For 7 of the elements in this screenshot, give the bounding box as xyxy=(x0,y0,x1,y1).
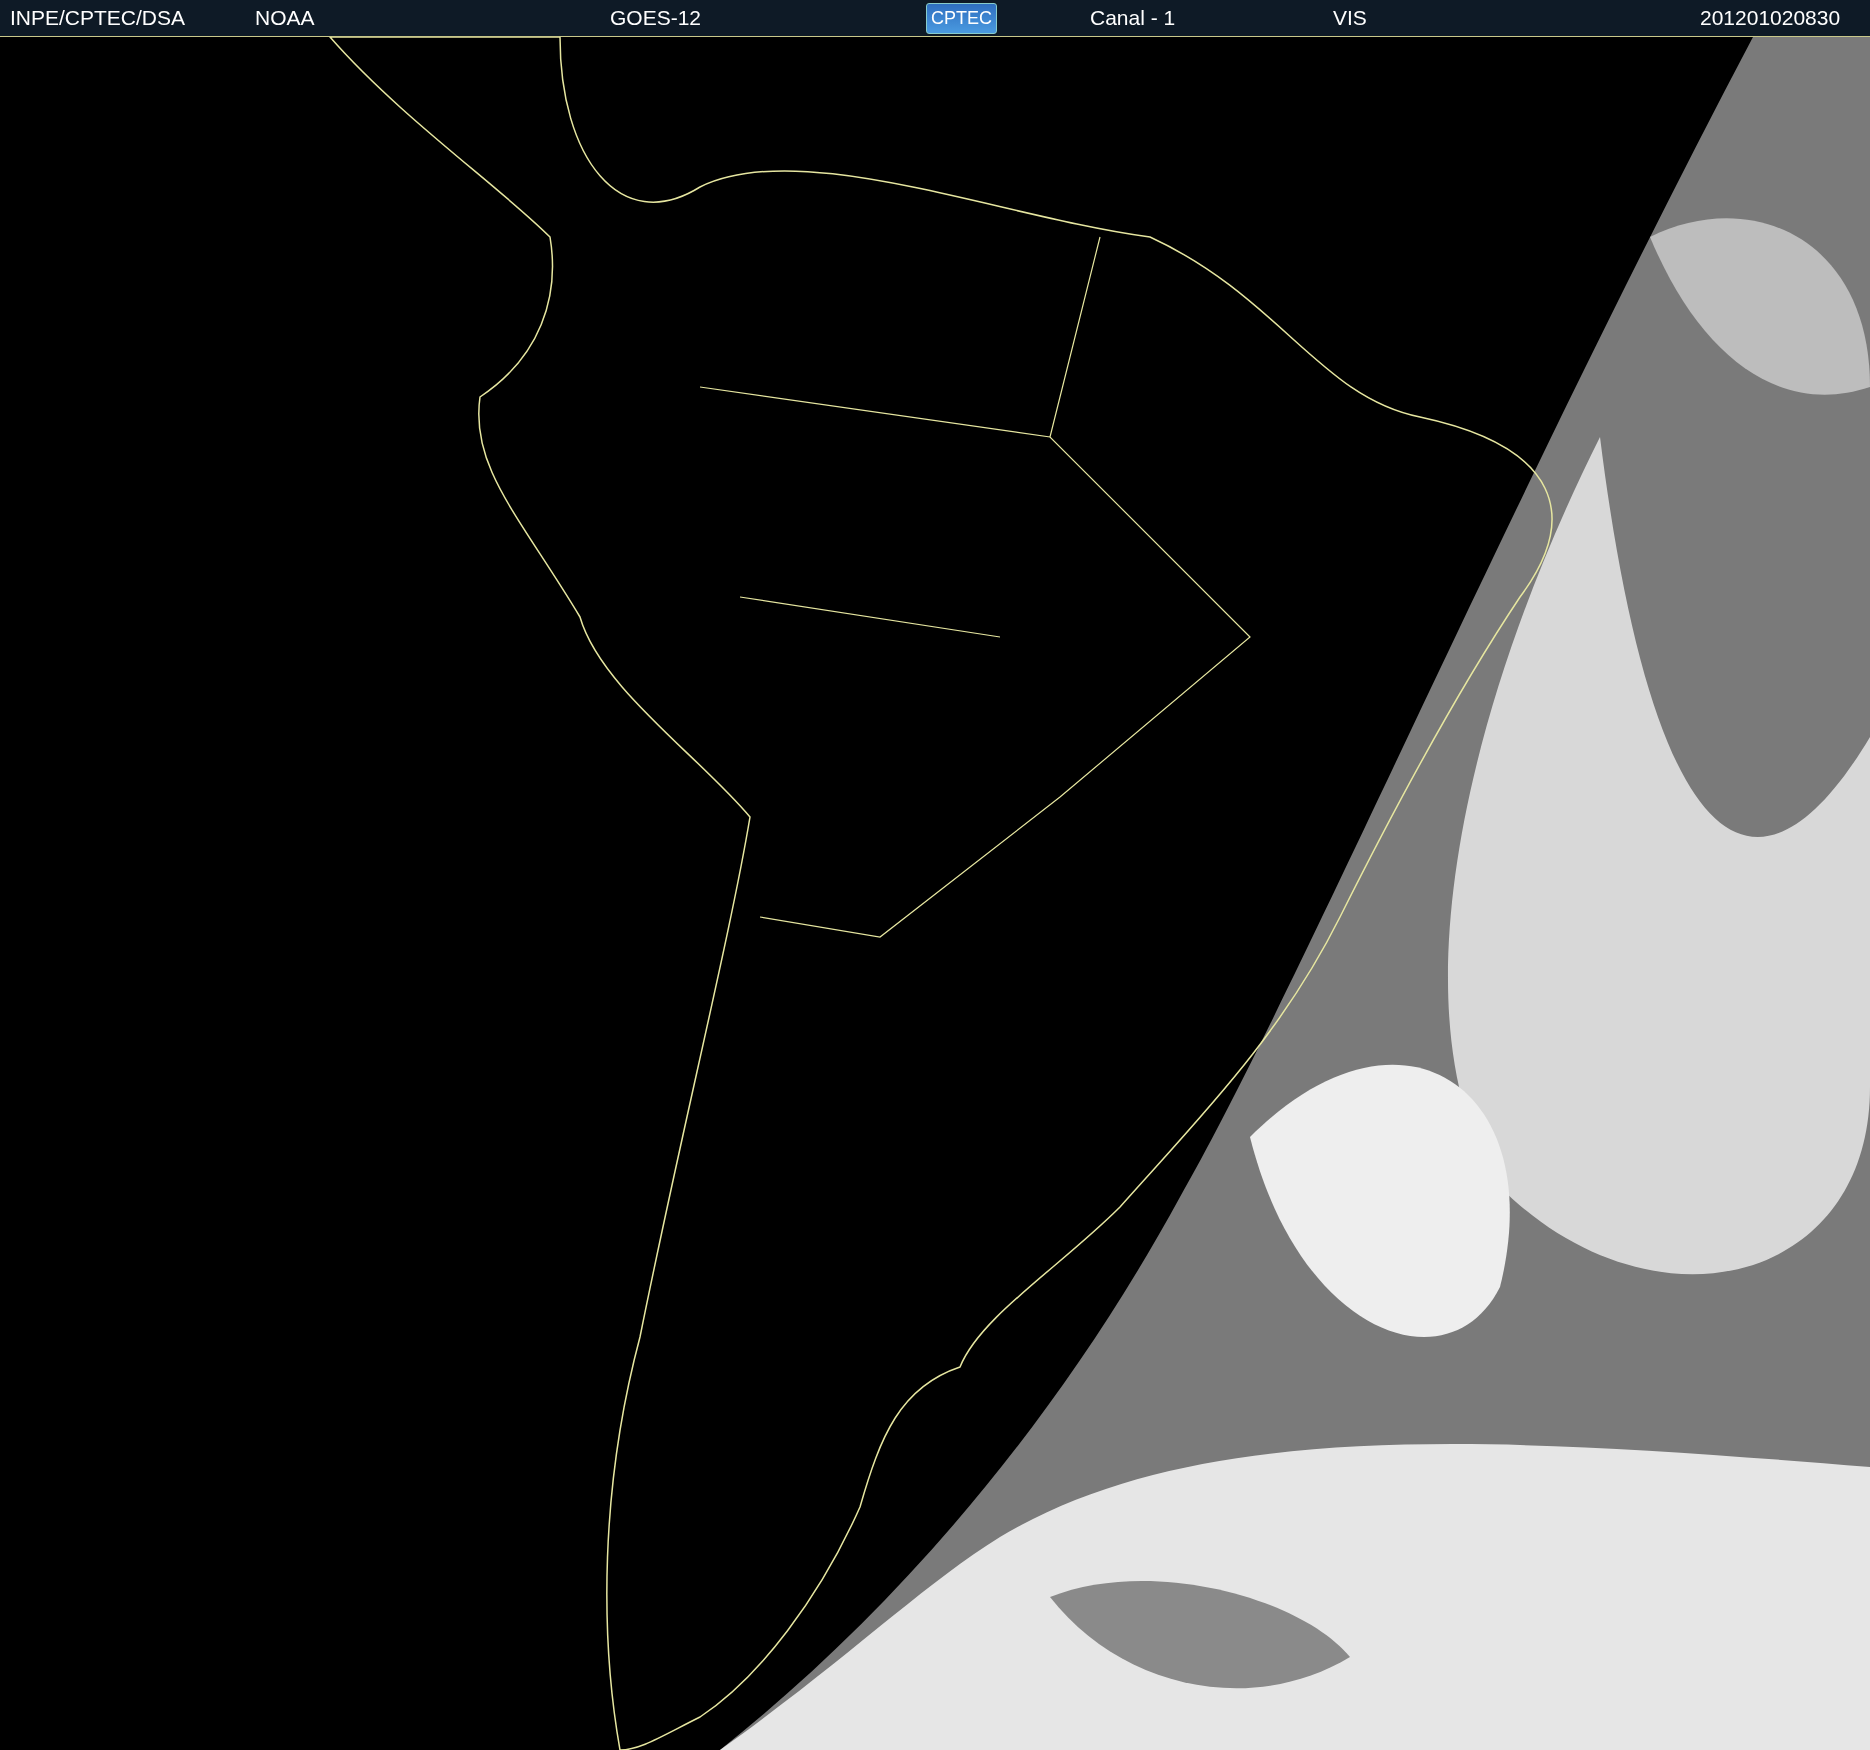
timestamp: 201201020830 xyxy=(1700,6,1842,30)
satellite-label: GOES-12 xyxy=(610,6,703,30)
source-label: INPE/CPTEC/DSA xyxy=(10,6,187,30)
channel-label: Canal - 1 xyxy=(1090,6,1177,30)
band-label: VIS xyxy=(1333,6,1368,30)
agency-label: NOAA xyxy=(255,6,316,30)
logo: CPTEC xyxy=(926,2,997,34)
